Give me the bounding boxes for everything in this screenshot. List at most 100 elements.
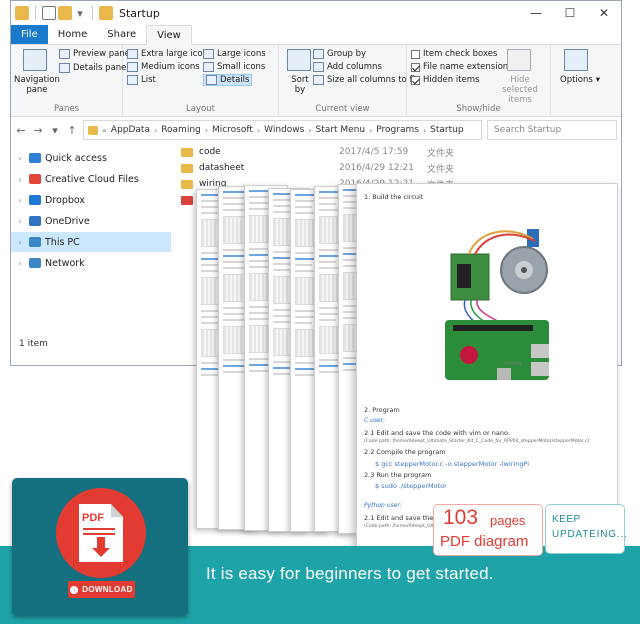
sort-by-button[interactable]: Sort by	[285, 75, 315, 95]
chevron-right-icon[interactable]: ›	[15, 217, 25, 226]
breadcrumb-startup[interactable]: Startup	[430, 125, 463, 135]
toolbar-separator	[92, 6, 93, 20]
nav-item-network[interactable]: › Network	[11, 253, 171, 273]
chevron-right-icon[interactable]: ›	[15, 259, 25, 268]
navigation-pane-icon[interactable]	[23, 49, 47, 71]
chevron-right-icon[interactable]: ›	[15, 196, 25, 205]
nav-item-label: OneDrive	[45, 215, 90, 227]
tab-file[interactable]: File	[11, 25, 48, 44]
group-by-button[interactable]: Group by	[313, 49, 366, 59]
options-button[interactable]: Options ▾	[560, 75, 600, 85]
nav-item-label: Dropbox	[45, 194, 86, 206]
text-line	[319, 261, 337, 263]
nav-item-label: Quick access	[45, 152, 107, 164]
text-line	[295, 206, 313, 208]
chevron-down-icon[interactable]: ▾	[74, 7, 86, 20]
text-line	[273, 205, 291, 207]
address-bar[interactable]: « AppData › Roaming › Microsoft › Windows › …	[83, 120, 482, 140]
forward-icon[interactable]: →	[32, 124, 44, 137]
address-row: ← → ▾ ↑ « AppData › Roaming › Microsoft › W…	[11, 117, 621, 143]
layout-list[interactable]: List	[127, 75, 156, 85]
minimize-button[interactable]: —	[519, 1, 553, 25]
list-icon	[127, 75, 138, 85]
search-input[interactable]: Search Startup	[487, 120, 617, 140]
hide-selected-icon[interactable]	[507, 49, 531, 71]
layout-large-icons[interactable]: Large icons	[203, 49, 266, 59]
tab-home[interactable]: Home	[48, 25, 98, 44]
maximize-button[interactable]: ☐	[553, 1, 587, 25]
breadcrumb-start-menu[interactable]: Start Menu	[316, 125, 366, 135]
file-row[interactable]: datasheet 2016/4/29 12:21 文件夹	[181, 160, 621, 176]
show-hide-group: Item check boxes File name extensions Hi…	[407, 45, 551, 117]
layout-small-icons[interactable]: Small icons	[203, 62, 265, 72]
download-arrow-icon	[97, 537, 105, 549]
item-check-boxes-toggle[interactable]: Item check boxes	[411, 49, 497, 59]
hdmi-port	[497, 368, 511, 380]
breadcrumb-appdata[interactable]: AppData	[111, 125, 150, 135]
details-pane-button[interactable]: Details pane	[59, 63, 126, 73]
nav-item-onedrive[interactable]: › OneDrive	[11, 211, 171, 231]
preview-pane-icon	[59, 49, 70, 59]
window-controls: — ☐ ✕	[519, 1, 621, 25]
hide-selected-items-button[interactable]: Hide selected items	[497, 75, 543, 105]
compile-command: $ gcc stepperMotor.c -o stepperMotor -lw…	[375, 460, 530, 468]
step-program: 2. Program	[364, 406, 400, 414]
chevron-right-icon[interactable]: ›	[15, 175, 25, 184]
tab-view[interactable]: View	[146, 25, 192, 45]
network-icon	[29, 258, 41, 268]
nav-item-creative-cloud-files[interactable]: › Creative Cloud Files	[11, 169, 171, 189]
add-columns-button[interactable]: Add columns	[313, 62, 382, 72]
layout-extra-large-icons[interactable]: Extra large icons	[127, 49, 212, 59]
details-pane-label: Details pane	[73, 63, 127, 73]
new-folder-icon[interactable]	[58, 6, 72, 20]
large-icons-icon	[203, 49, 214, 59]
driver-chip	[457, 264, 471, 288]
run-command: $ sudo ./stepperMotor	[375, 482, 447, 490]
nav-item-this-pc[interactable]: › This PC	[11, 232, 171, 252]
properties-icon[interactable]	[42, 6, 56, 20]
breadcrumb-microsoft[interactable]: Microsoft	[212, 125, 253, 135]
nav-item-quick-access[interactable]: › Quick access	[11, 148, 171, 168]
download-button[interactable]: ↓ DOWNLOAD	[68, 581, 135, 598]
breadcrumb-roaming[interactable]: Roaming	[161, 125, 201, 135]
file-name-extensions-checkbox[interactable]	[411, 62, 420, 72]
layout-medium-icons[interactable]: Medium icons	[127, 62, 200, 72]
size-columns-button[interactable]: Size all columns to fit	[313, 75, 418, 85]
file-name: datasheet	[199, 163, 245, 173]
group-label-panes: Panes	[54, 104, 79, 114]
sort-icon[interactable]	[287, 49, 311, 71]
ribbon-view: Navigation pane Preview pane Details pan…	[11, 45, 621, 117]
text-line	[249, 260, 268, 262]
chevron-right-icon[interactable]: ›	[15, 238, 25, 247]
chevron-right-icon[interactable]: ›	[15, 154, 25, 163]
tab-share[interactable]: Share	[97, 25, 146, 44]
file-row[interactable]: code 2017/4/5 17:59 文件夹	[181, 144, 621, 160]
breadcrumb-programs[interactable]: Programs	[376, 125, 419, 135]
chevron-down-icon[interactable]: ▾	[49, 124, 61, 137]
back-icon[interactable]: ←	[15, 124, 27, 137]
close-button[interactable]: ✕	[587, 1, 621, 25]
download-circle-icon: ↓	[70, 585, 79, 594]
hidden-items-checkbox[interactable]	[411, 75, 420, 85]
group-label-layout: Layout	[186, 104, 215, 114]
details-pane-icon	[59, 63, 70, 73]
up-icon[interactable]: ↑	[66, 124, 78, 137]
file-name-extensions-toggle[interactable]: File name extensions	[411, 62, 513, 72]
group-by-icon	[313, 49, 324, 59]
options-icon[interactable]	[564, 49, 588, 71]
hidden-items-toggle[interactable]: Hidden items	[411, 75, 480, 85]
preview-pane-button[interactable]: Preview pane	[59, 49, 130, 59]
item-check-boxes-checkbox[interactable]	[411, 49, 420, 59]
text-line	[295, 322, 313, 324]
navigation-pane-button[interactable]: Navigation pane	[14, 75, 60, 95]
file-date: 2016/4/29 12:21	[339, 163, 414, 173]
text-line	[273, 321, 291, 323]
nav-item-dropbox[interactable]: › Dropbox	[11, 190, 171, 210]
text-line	[273, 263, 291, 265]
breadcrumb-windows[interactable]: Windows	[264, 125, 304, 135]
c-user-heading: C user:	[364, 417, 386, 424]
layout-details[interactable]: Details	[203, 74, 253, 86]
hidden-items-label: Hidden items	[423, 75, 480, 85]
folder-icon	[15, 6, 29, 20]
folder-icon	[99, 6, 113, 20]
